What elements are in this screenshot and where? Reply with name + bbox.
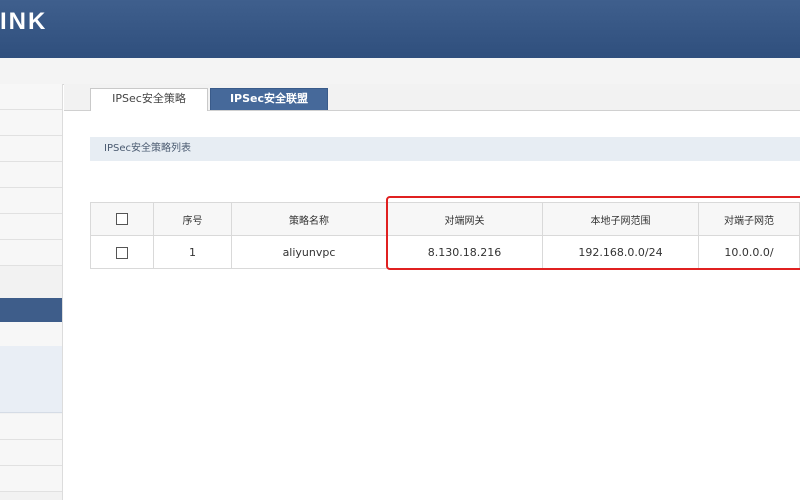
highlight-box bbox=[386, 196, 800, 270]
row-select-cell bbox=[90, 235, 154, 269]
sidebar-item[interactable] bbox=[0, 240, 62, 266]
sidebar bbox=[0, 84, 63, 500]
sidebar-item[interactable] bbox=[0, 440, 62, 466]
sidebar-item[interactable] bbox=[0, 136, 62, 162]
tab-strip: IPSec安全策略 IPSec安全联盟 bbox=[64, 84, 800, 111]
sidebar-item-active[interactable] bbox=[0, 298, 62, 322]
top-subbar bbox=[0, 58, 800, 85]
sidebar-item[interactable] bbox=[0, 466, 62, 492]
select-all-checkbox[interactable] bbox=[116, 213, 128, 225]
brand-logo: INK bbox=[0, 8, 48, 35]
section-title: IPSec安全策略列表 bbox=[90, 137, 800, 161]
column-header-name: 策略名称 bbox=[231, 202, 387, 236]
sidebar-item[interactable] bbox=[0, 84, 62, 110]
sidebar-submenu bbox=[0, 346, 62, 413]
column-header-index: 序号 bbox=[153, 202, 232, 236]
sidebar-item[interactable] bbox=[0, 110, 62, 136]
sidebar-item[interactable] bbox=[0, 322, 62, 348]
tab-ipsec-sa[interactable]: IPSec安全联盟 bbox=[210, 88, 328, 110]
sidebar-item[interactable] bbox=[0, 414, 62, 440]
sidebar-item[interactable] bbox=[0, 214, 62, 240]
cell-name: aliyunvpc bbox=[231, 235, 387, 269]
sidebar-item[interactable] bbox=[0, 162, 62, 188]
main-content: IPSec安全策略 IPSec安全联盟 IPSec安全策略列表 序号 策略名称 … bbox=[64, 84, 800, 500]
sidebar-item[interactable] bbox=[0, 188, 62, 214]
row-checkbox[interactable] bbox=[116, 246, 128, 259]
app-header: INK bbox=[0, 0, 800, 58]
cell-index: 1 bbox=[153, 235, 232, 269]
tab-ipsec-policy[interactable]: IPSec安全策略 bbox=[90, 88, 208, 111]
select-all-cell bbox=[90, 202, 154, 236]
